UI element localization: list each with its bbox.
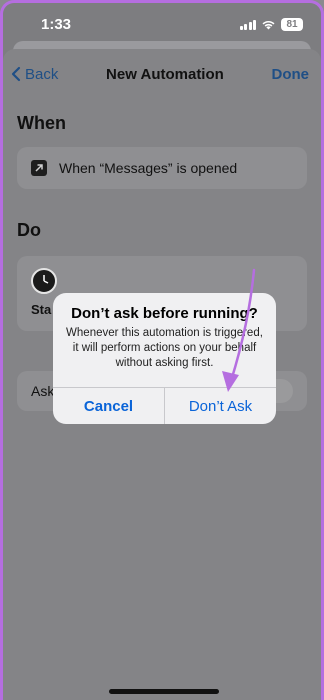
status-icons: 81 — [239, 17, 303, 31]
arrow-up-right-icon — [31, 160, 47, 176]
wifi-icon — [262, 20, 275, 29]
trigger-card[interactable]: When “Messages” is opened — [17, 147, 307, 189]
battery-icon: 81 — [281, 17, 303, 31]
alert-buttons: Cancel Don’t Ask — [53, 387, 276, 424]
alert-title: Don’t ask before running? — [71, 305, 258, 322]
phone-screen: 1:33 81 Back New Automation Done When Wh… — [0, 0, 324, 700]
status-time: 1:33 — [41, 15, 72, 33]
dont-ask-button[interactable]: Don’t Ask — [165, 388, 276, 424]
navigation-bar: Back New Automation Done — [3, 59, 321, 89]
done-button[interactable]: Done — [271, 66, 309, 83]
page-title: New Automation — [106, 65, 224, 83]
back-button[interactable]: Back — [11, 66, 58, 83]
ask-row-label: Ask — [31, 383, 55, 399]
back-label: Back — [25, 65, 59, 83]
status-bar: 1:33 81 — [3, 3, 321, 45]
alert-message: Whenever this automation is triggered, i… — [66, 327, 263, 369]
do-section-title: Do — [17, 220, 41, 240]
when-section-title: When — [17, 113, 66, 133]
clock-icon — [31, 268, 57, 294]
confirmation-alert: Don’t ask before running? Whenever this … — [53, 293, 276, 424]
chevron-left-icon — [11, 66, 21, 82]
home-indicator — [109, 689, 219, 694]
trigger-text: When “Messages” is opened — [59, 160, 238, 176]
signal-icon — [239, 19, 256, 30]
cancel-button[interactable]: Cancel — [53, 388, 165, 424]
